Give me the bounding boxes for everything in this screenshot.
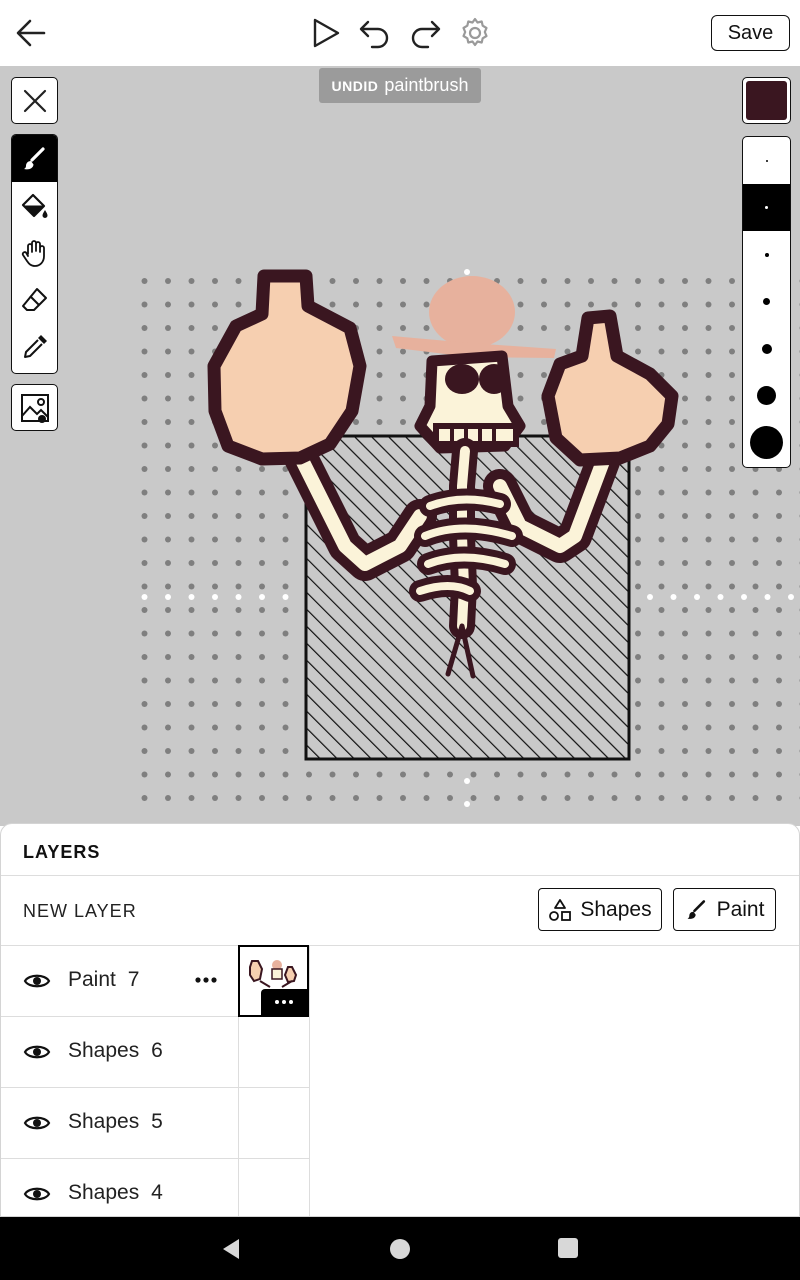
layer-number: 5	[151, 1110, 163, 1133]
close-button[interactable]	[11, 77, 58, 124]
brush-size-palette	[742, 136, 791, 468]
brush-size-dot	[763, 298, 770, 305]
eyedropper-tool[interactable]	[12, 323, 57, 370]
system-nav-bar	[0, 1217, 800, 1280]
paint-button-label: Paint	[716, 897, 765, 921]
paint-bucket-icon	[21, 193, 47, 218]
add-shapes-layer-button[interactable]: Shapes	[538, 888, 662, 931]
brush-size-dot	[764, 252, 769, 257]
brush-size-7[interactable]	[743, 419, 790, 466]
layer-type: Shapes	[68, 1110, 140, 1133]
brush-size-6[interactable]	[743, 372, 790, 419]
brush-size-dot	[757, 386, 776, 405]
image-icon	[20, 393, 49, 423]
frame-options-icon[interactable]	[261, 989, 307, 1015]
layer-row-shapes-5[interactable]: Shapes 5	[1, 1088, 238, 1159]
layer-number: 7	[127, 968, 140, 991]
gear-icon[interactable]	[456, 14, 494, 52]
new-layer-label: NEW LAYER	[23, 901, 137, 921]
paintbrush-icon	[23, 146, 45, 169]
layer-type: Shapes	[68, 1039, 140, 1062]
eyedropper-icon	[23, 334, 47, 358]
undo-toast: UNDID paintbrush	[319, 68, 481, 103]
reference-image-button[interactable]	[11, 384, 58, 431]
visibility-eye-icon[interactable]	[23, 970, 51, 997]
layer-name: Shapes 5	[68, 1110, 163, 1134]
paintbrush-tool[interactable]	[12, 135, 57, 182]
close-icon	[23, 89, 46, 112]
drawing-canvas[interactable]: UNDID paintbrush	[0, 66, 800, 826]
layer-number: 4	[151, 1181, 163, 1204]
undo-icon[interactable]	[356, 14, 394, 52]
layer-name: Shapes 6	[68, 1039, 163, 1063]
canvas-artwork	[141, 269, 800, 809]
paint-bucket-tool[interactable]	[12, 182, 57, 229]
hand-icon	[21, 239, 45, 267]
paintbrush-icon	[687, 899, 705, 919]
layer-row-shapes-4[interactable]: Shapes 4	[1, 1159, 238, 1216]
app-root: Save UNDID paintbrush LAYERS NEW LAYER S…	[0, 0, 800, 1280]
layer-type: Paint	[68, 968, 116, 991]
brush-size-5[interactable]	[743, 325, 790, 372]
tool-palette	[11, 134, 58, 374]
layer-name: Paint 7	[68, 968, 139, 992]
timeline-divider	[309, 946, 310, 1216]
brush-size-4[interactable]	[743, 278, 790, 325]
brush-size-dot	[765, 206, 768, 209]
skull-drawing	[414, 350, 526, 454]
layer-number: 6	[151, 1039, 163, 1062]
shapes-button-label: Shapes	[580, 897, 652, 921]
frame-thumbnail[interactable]	[238, 945, 309, 1017]
timeline-cell-divider	[238, 1087, 309, 1088]
nav-home-icon[interactable]	[390, 1239, 410, 1259]
brush-size-dot	[750, 426, 783, 459]
nav-recents-icon[interactable]	[558, 1238, 578, 1258]
hand-tool[interactable]	[12, 229, 57, 276]
save-button[interactable]: Save	[711, 15, 790, 51]
toast-tool: paintbrush	[384, 75, 469, 95]
timeline-cell-divider	[238, 1158, 309, 1159]
visibility-eye-icon[interactable]	[23, 1041, 51, 1068]
visibility-eye-icon[interactable]	[23, 1183, 51, 1210]
layer-options-icon[interactable]	[192, 970, 220, 990]
nav-back-icon[interactable]	[221, 1237, 241, 1266]
layers-title: LAYERS	[23, 842, 101, 862]
current-color-swatch	[746, 81, 787, 120]
color-picker-button[interactable]	[742, 77, 791, 124]
brush-size-dot	[765, 159, 768, 162]
brush-size-1[interactable]	[743, 137, 790, 184]
brush-size-2[interactable]	[743, 184, 790, 231]
add-paint-layer-button[interactable]: Paint	[673, 888, 776, 931]
eraser-tool[interactable]	[12, 276, 57, 323]
visibility-eye-icon[interactable]	[23, 1112, 51, 1139]
shapes-icon	[549, 898, 572, 921]
eraser-icon	[21, 287, 47, 311]
brush-size-3[interactable]	[743, 231, 790, 278]
redo-icon[interactable]	[406, 14, 444, 52]
layer-row-shapes-6[interactable]: Shapes 6	[1, 1017, 238, 1088]
layers-panel: LAYERS NEW LAYER Shapes Paint Paint 7 Sh…	[0, 823, 800, 1217]
layer-type: Shapes	[68, 1181, 140, 1204]
layer-name: Shapes 4	[68, 1181, 163, 1205]
divider	[1, 875, 799, 876]
play-icon[interactable]	[308, 14, 344, 52]
top-toolbar: Save	[0, 0, 800, 66]
layer-row-paint-7[interactable]: Paint 7	[1, 946, 238, 1017]
toast-action: UNDID	[331, 77, 379, 94]
brush-size-dot	[761, 343, 772, 354]
back-arrow-icon[interactable]	[12, 14, 50, 52]
